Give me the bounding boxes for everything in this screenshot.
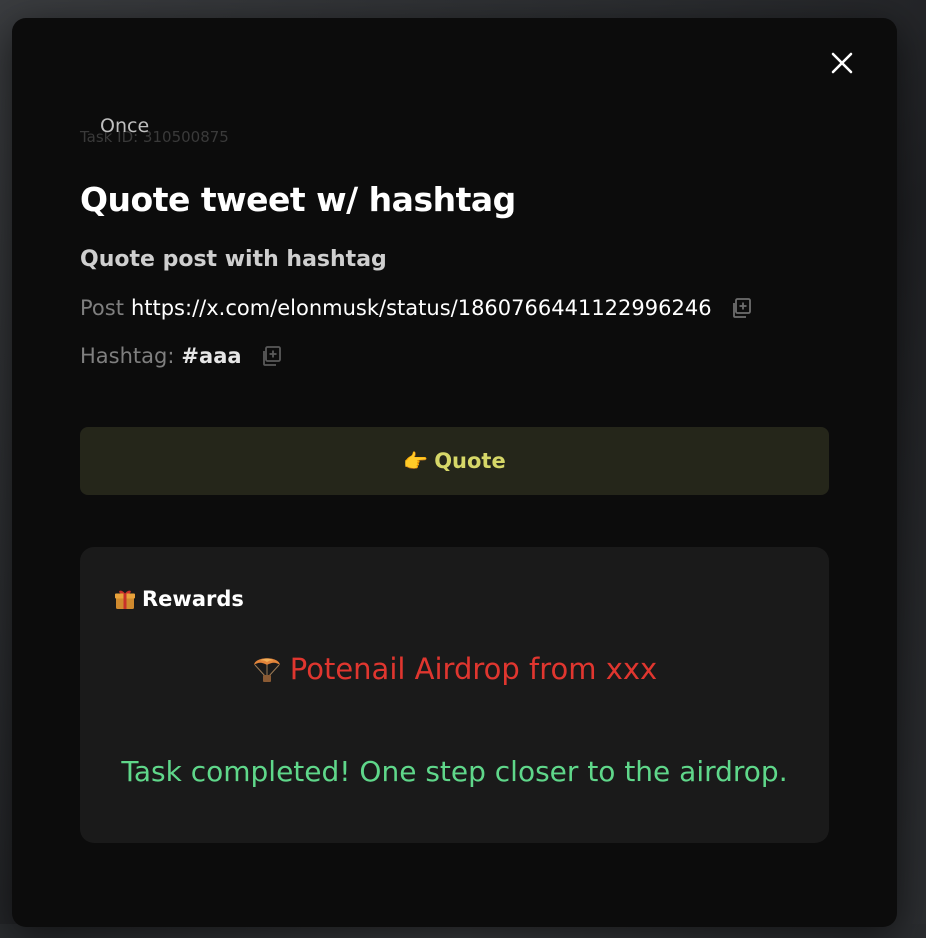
rewards-card: Rewards Potenail Airdrop from xxx Task c… <box>80 547 829 843</box>
airdrop-text: Potenail Airdrop from xxx <box>289 652 658 686</box>
copy-icon <box>732 298 751 318</box>
task-modal: Task ID: 310500875 Once Quote tweet w/ h… <box>12 18 897 927</box>
airdrop-reward: Potenail Airdrop from xxx <box>80 652 829 686</box>
rewards-title: Rewards <box>142 587 244 611</box>
parachute-icon <box>252 653 282 683</box>
frequency-badge: Once <box>100 115 150 137</box>
task-subtitle: Quote post with hashtag <box>80 247 387 272</box>
post-url[interactable]: https://x.com/elonmusk/status/1860766441… <box>131 296 712 320</box>
close-icon <box>831 52 853 74</box>
task-title: Quote tweet w/ hashtag <box>80 180 516 219</box>
hashtag-label: Hashtag: <box>80 344 175 368</box>
hashtag-value: #aaa <box>181 344 242 368</box>
copy-post-url-button[interactable] <box>730 297 752 319</box>
copy-hashtag-button[interactable] <box>260 345 282 367</box>
quote-button-label: Quote <box>434 449 506 473</box>
close-button[interactable] <box>827 48 857 78</box>
hashtag-row: Hashtag: #aaa <box>80 344 282 368</box>
copy-icon <box>262 346 281 366</box>
post-label: Post <box>80 296 124 320</box>
rewards-header: Rewards <box>114 587 244 611</box>
gift-icon <box>114 588 136 610</box>
pointing-hand-icon: 👉 <box>403 449 429 473</box>
task-completed-message: Task completed! One step closer to the a… <box>121 755 788 788</box>
quote-button[interactable]: 👉 Quote <box>80 427 829 495</box>
post-row: Post https://x.com/elonmusk/status/18607… <box>80 296 752 320</box>
